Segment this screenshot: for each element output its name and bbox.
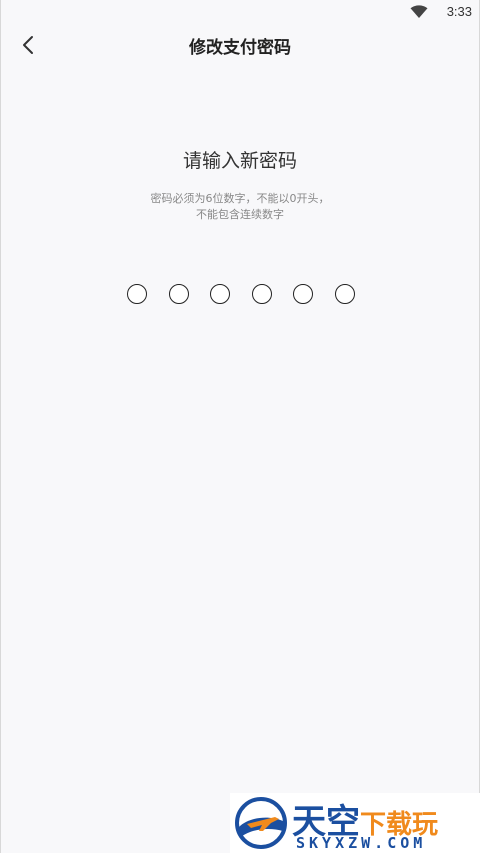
page-title: 修改支付密码 [189,38,291,58]
prompt-title: 请输入新密码 [182,150,297,172]
watermark: 天空下载玩 SKYXZW.COM [230,793,480,853]
watermark-english: SKYXZW.COM [296,834,427,852]
pin-input[interactable] [127,284,355,308]
status-time: 3:33 [446,4,472,19]
hint-line-2: 不能包含连续数字 [196,208,284,221]
airplane-logo-icon [235,797,287,849]
pin-digit-6[interactable] [334,284,355,304]
hint-line-1: 密码必须为6位数字，不能以0开头， [150,192,330,205]
pin-digit-3[interactable] [210,284,231,304]
left-edge-divider [0,0,1,853]
prompt-hint: 密码必须为6位数字，不能以0开头， 不能包含连续数字 [0,191,480,223]
wifi-icon [410,5,428,18]
status-bar: 3:33 [0,0,480,24]
pin-digit-2[interactable] [168,284,189,304]
title-bar: 修改支付密码 [0,24,480,64]
pin-digit-5[interactable] [293,284,314,304]
pin-digit-4[interactable] [251,284,272,304]
pin-digit-1[interactable] [127,284,147,304]
